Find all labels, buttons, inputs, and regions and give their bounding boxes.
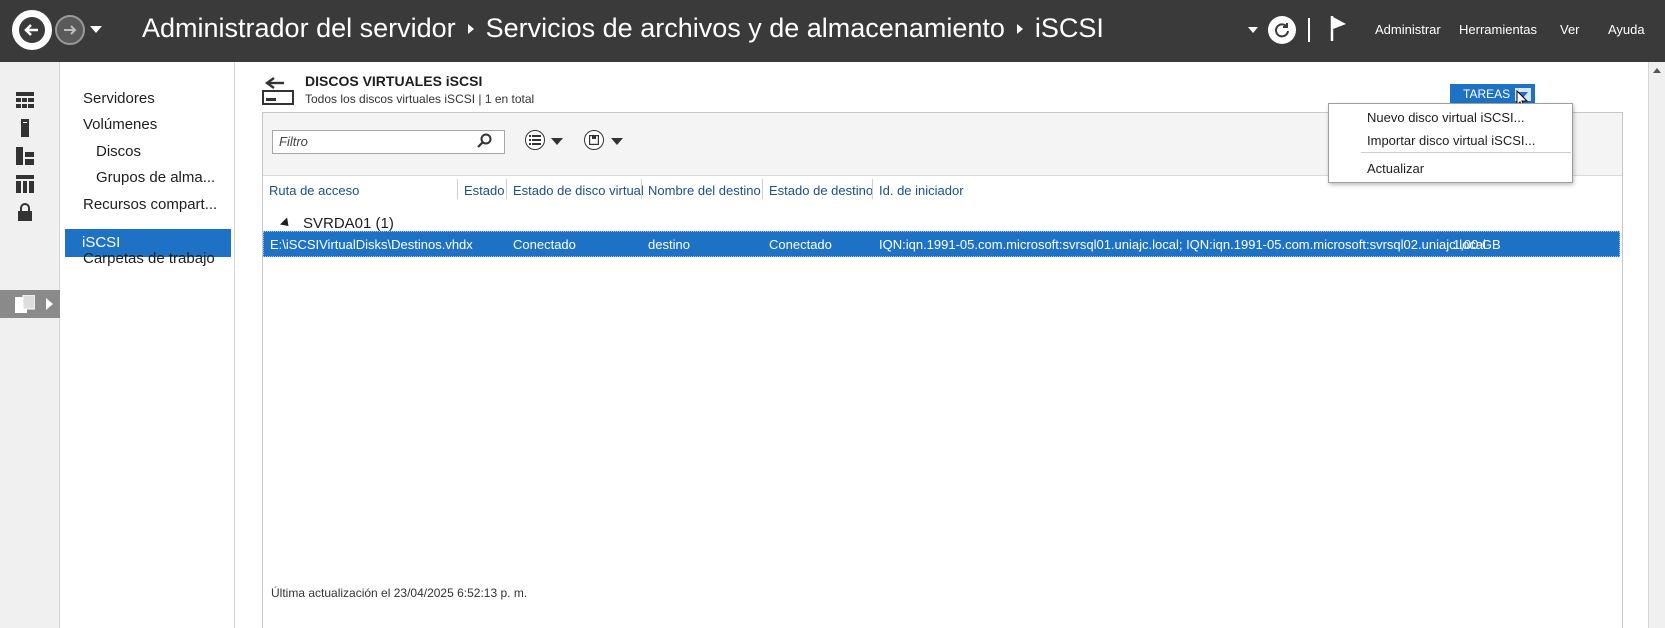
column-header-ruta[interactable]: Ruta de acceso xyxy=(263,176,365,201)
column-header-estado-disco[interactable]: Estado de disco virtual xyxy=(507,176,650,201)
column-header-iniciador[interactable]: Id. de iniciador xyxy=(873,176,970,201)
subnav-item-volumenes[interactable]: Volúmenes xyxy=(83,116,157,133)
subnav-item-carpetas[interactable]: Carpetas de trabajo xyxy=(83,250,215,267)
notifications-button[interactable] xyxy=(1330,14,1348,47)
menu-item-nuevo-disco[interactable]: Nuevo disco virtual iSCSI... xyxy=(1367,110,1525,125)
roles-icon[interactable] xyxy=(14,173,36,195)
cell-target-status: Conectado xyxy=(769,237,832,252)
back-button[interactable] xyxy=(12,10,52,50)
column-header-estado[interactable]: Estado xyxy=(458,176,510,201)
section-title: DISCOS VIRTUALES iSCSI xyxy=(305,73,483,89)
menu-item-importar-disco[interactable]: Importar disco virtual iSCSI... xyxy=(1367,133,1535,148)
save-query-dropdown[interactable] xyxy=(611,138,623,145)
secondary-nav: Servidores Volúmenes Discos Grupos de al… xyxy=(61,62,235,628)
divider xyxy=(1308,18,1310,42)
subnav-item-label: iSCSI xyxy=(82,234,121,251)
breadcrumb-dropdown[interactable] xyxy=(1248,27,1258,33)
tasks-label: TAREAS xyxy=(1463,87,1511,101)
virtual-disk-icon xyxy=(262,74,296,111)
group-header[interactable]: SVRDA01 (1) xyxy=(279,215,394,232)
search-icon[interactable] xyxy=(477,133,493,154)
history-dropdown[interactable] xyxy=(90,26,102,33)
all-servers-icon[interactable] xyxy=(14,145,36,167)
title-bar: Administrador del servidor Servicios de … xyxy=(0,0,1665,62)
vertical-scrollbar[interactable] xyxy=(1648,62,1665,628)
save-icon xyxy=(589,135,599,145)
breadcrumb: Administrador del servidor Servicios de … xyxy=(142,13,1104,44)
group-label: SVRDA01 (1) xyxy=(303,215,394,232)
forward-button[interactable] xyxy=(55,15,85,45)
local-server-icon[interactable] xyxy=(14,117,36,139)
list-icon xyxy=(529,135,541,145)
left-icon-strip xyxy=(0,62,60,628)
cell-target-name: destino xyxy=(648,237,690,252)
subnav-item-recursos[interactable]: Recursos compart... xyxy=(83,196,217,213)
cell-path: E:\iSCSIVirtualDisks\Destinos.vhdx xyxy=(270,237,473,252)
collapse-icon[interactable] xyxy=(279,217,293,230)
list-view-button[interactable] xyxy=(525,130,545,150)
breadcrumb-item[interactable]: iSCSI xyxy=(1035,13,1104,44)
cell-size: 1,00 GB xyxy=(1453,237,1501,252)
subnav-item-servidores[interactable]: Servidores xyxy=(83,90,155,107)
menu-herramientas[interactable]: Herramientas xyxy=(1459,22,1537,37)
virtual-disks-panel: Filtro Ruta de acceso Estado Estado de d… xyxy=(262,112,1623,628)
arrow-left-icon xyxy=(19,17,45,43)
cell-initiator: IQN:iqn.1991-05.com.microsoft:svrsql01.u… xyxy=(879,237,1486,252)
column-header-estado-destino[interactable]: Estado de destino xyxy=(763,176,879,201)
table-row[interactable]: E:\iSCSIVirtualDisks\Destinos.vhdx Conec… xyxy=(263,231,1620,257)
lock-server-icon[interactable] xyxy=(14,201,36,223)
chevron-right-icon xyxy=(46,298,53,310)
cell-disk-status: Conectado xyxy=(513,237,576,252)
scroll-up-icon[interactable] xyxy=(1653,68,1661,73)
menu-administrar[interactable]: Administrar xyxy=(1375,22,1441,37)
menu-ayuda[interactable]: Ayuda xyxy=(1608,22,1645,37)
flag-icon xyxy=(1330,16,1346,41)
refresh-button[interactable] xyxy=(1268,16,1296,44)
menu-ver[interactable]: Ver xyxy=(1560,22,1580,37)
filter-input[interactable]: Filtro xyxy=(272,130,505,154)
menu-separator xyxy=(1361,152,1571,153)
arrow-right-icon xyxy=(64,25,77,35)
subnav-item-discos[interactable]: Discos xyxy=(96,143,141,160)
list-view-dropdown[interactable] xyxy=(551,138,563,145)
tasks-menu: Nuevo disco virtual iSCSI... Importar di… xyxy=(1328,103,1573,183)
file-storage-icon xyxy=(14,293,36,315)
subnav-item-grupos[interactable]: Grupos de alma... xyxy=(96,169,215,186)
breadcrumb-item[interactable]: Servicios de archivos y de almacenamient… xyxy=(486,13,1005,44)
chevron-right-icon xyxy=(467,23,474,34)
chevron-right-icon xyxy=(1016,23,1023,34)
breadcrumb-item[interactable]: Administrador del servidor xyxy=(142,13,456,44)
dashboard-icon[interactable] xyxy=(14,89,36,111)
refresh-icon xyxy=(1275,23,1289,38)
menu-item-actualizar[interactable]: Actualizar xyxy=(1367,161,1424,176)
column-header-nombre-destino[interactable]: Nombre del destino xyxy=(642,176,767,201)
status-bar: Última actualización el 23/04/2025 6:52:… xyxy=(271,586,528,600)
save-query-button[interactable] xyxy=(584,130,604,150)
section-subtitle: Todos los discos virtuales iSCSI | 1 en … xyxy=(305,92,535,106)
